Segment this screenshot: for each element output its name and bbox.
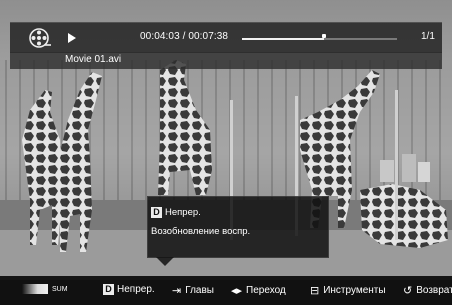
- tools-label: Инструменты: [323, 285, 386, 296]
- return-button[interactable]: ↺ Возврат: [403, 284, 452, 297]
- remote-guide-bar: SUM D Непрер. ⇥ Главы ◂▸ Переход ⊟ Инстр…: [0, 276, 452, 305]
- chapters-icon: ⇥: [172, 285, 182, 297]
- return-icon: ↺: [403, 285, 413, 297]
- play-icon[interactable]: [67, 32, 77, 44]
- progress-bar[interactable]: [242, 34, 397, 40]
- resume-button[interactable]: D Непрер.: [103, 284, 155, 295]
- sum-label: SUM: [52, 285, 68, 293]
- progress-fill: [242, 38, 325, 40]
- return-label: Возврат: [416, 285, 452, 296]
- tools-icon: ⊟: [310, 285, 320, 297]
- resume-play-popup[interactable]: D Непрер. Возобновление воспр.: [147, 196, 329, 266]
- sum-icon: [22, 284, 48, 294]
- popup-subtitle: Возобновление воспр.: [151, 226, 251, 237]
- playback-info-bar: 00:04:03 / 00:07:38 1/1: [10, 22, 442, 53]
- popup-tail: [156, 257, 174, 266]
- progress-position-marker: [322, 34, 327, 38]
- file-name: Movie 01.avi: [65, 54, 122, 65]
- chapters-label: Главы: [185, 285, 214, 296]
- playback-time: 00:04:03 / 00:07:38: [140, 31, 229, 42]
- left-right-arrows-icon: ◂▸: [231, 285, 243, 297]
- tools-button[interactable]: ⊟ Инструменты: [310, 284, 386, 297]
- sum-indicator: SUM: [22, 284, 68, 294]
- chapters-button[interactable]: ⇥ Главы: [172, 284, 214, 297]
- popup-resume-row[interactable]: D Непрер.: [151, 207, 201, 218]
- file-title-bar: Movie 01.avi: [10, 52, 442, 69]
- d-key-icon: D: [103, 284, 114, 295]
- d-key-icon: D: [151, 207, 162, 218]
- page-counter: 1/1: [421, 31, 435, 42]
- video-player-screen: 00:04:03 / 00:07:38 1/1 Movie 01.avi D Н…: [0, 0, 452, 305]
- film-reel-icon: [29, 28, 51, 48]
- resume-label: Непрер.: [117, 284, 155, 295]
- jump-button[interactable]: ◂▸ Переход: [231, 284, 286, 297]
- jump-label: Переход: [246, 285, 286, 296]
- popup-title: Непрер.: [165, 207, 201, 218]
